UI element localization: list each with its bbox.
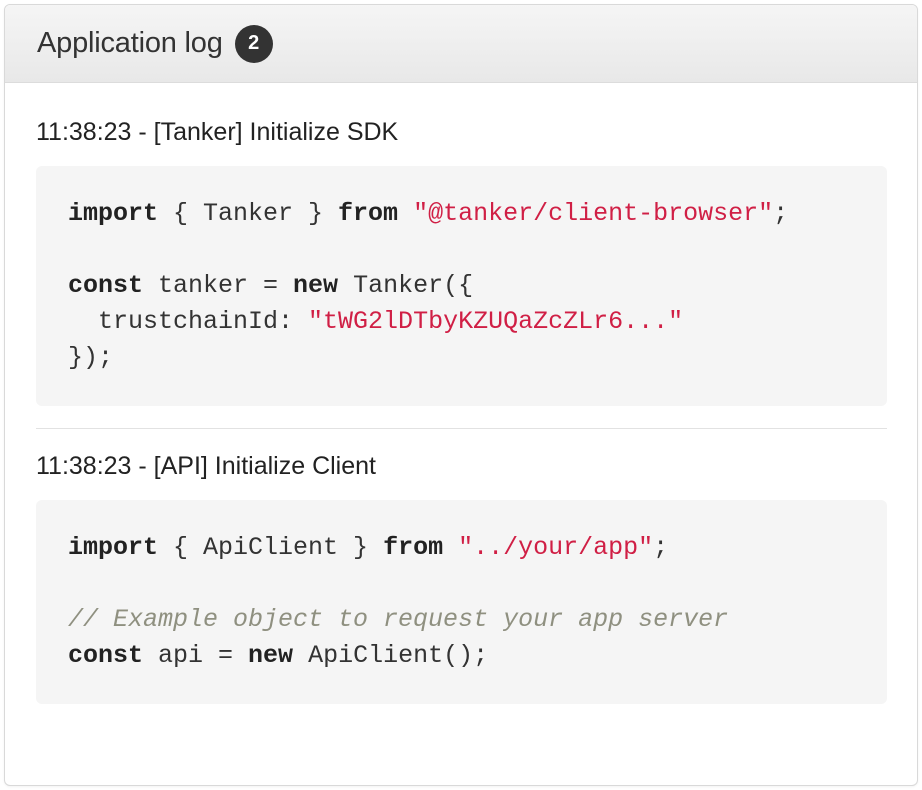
code-block: import { Tanker } from "@tanker/client-b…: [36, 166, 887, 406]
code-line-empty: [68, 566, 855, 602]
code-comment: // Example object to request your app se…: [68, 605, 729, 634]
code-text: { Tanker }: [158, 199, 339, 228]
application-log-panel: Application log 2 11:38:23 - [Tanker] In…: [4, 4, 918, 786]
code-text: });: [68, 343, 114, 372]
code-text: ;: [773, 199, 789, 228]
log-entry-title: 11:38:23 - [API] Initialize Client: [36, 452, 376, 480]
panel-heading: Application log 2: [5, 5, 917, 83]
keyword: const: [68, 641, 144, 670]
code-line: const tanker = new Tanker({: [68, 268, 855, 304]
panel-body: 11:38:23 - [Tanker] Initialize SDK impor…: [5, 83, 917, 704]
keyword: new: [248, 641, 294, 670]
log-count-badge: 2: [234, 24, 273, 63]
keyword: new: [293, 271, 339, 300]
code-text: { ApiClient }: [158, 533, 384, 562]
code-line: import { Tanker } from "@tanker/client-b…: [68, 196, 855, 232]
panel-title: Application log: [37, 27, 223, 59]
code-text: Tanker({: [338, 271, 474, 300]
code-line: });: [68, 340, 855, 376]
code-text: ;: [653, 533, 669, 562]
code-text: trustchainId:: [68, 307, 309, 336]
log-divider: [36, 428, 887, 429]
log-entry-tanker: 11:38:23 - [Tanker] Initialize SDK impor…: [36, 115, 887, 406]
keyword: from: [383, 533, 444, 562]
keyword: from: [338, 199, 399, 228]
code-text: api =: [143, 641, 249, 670]
string-literal: "tWG2lDTbyKZUQaZcZLr6...": [308, 307, 684, 336]
code-text: tanker =: [143, 271, 294, 300]
code-line-empty: [68, 232, 855, 268]
code-text: ApiClient();: [293, 641, 489, 670]
string-literal: "../your/app": [458, 533, 654, 562]
code-line: // Example object to request your app se…: [68, 602, 855, 638]
keyword: const: [68, 271, 144, 300]
code-line: trustchainId: "tWG2lDTbyKZUQaZcZLr6...": [68, 304, 855, 340]
string-literal: "@tanker/client-browser": [413, 199, 774, 228]
code-block: import { ApiClient } from "../your/app";…: [36, 500, 887, 704]
log-entry-title: 11:38:23 - [Tanker] Initialize SDK: [36, 118, 399, 146]
code-line: import { ApiClient } from "../your/app";: [68, 530, 855, 566]
code-line: const api = new ApiClient();: [68, 638, 855, 674]
keyword: import: [68, 533, 159, 562]
log-entry-api: 11:38:23 - [API] Initialize Client impor…: [36, 449, 887, 704]
keyword: import: [68, 199, 159, 228]
